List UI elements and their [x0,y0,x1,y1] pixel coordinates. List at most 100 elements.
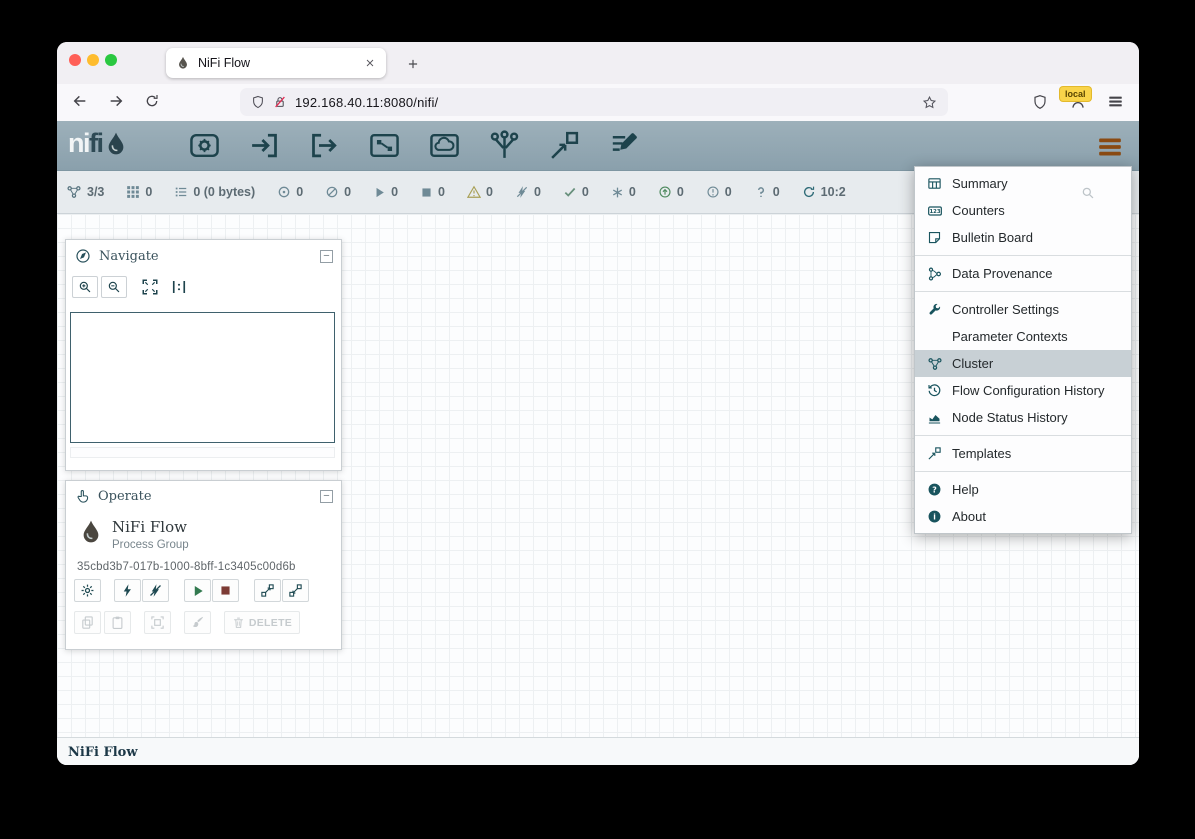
about-info-icon [926,508,943,525]
up-to-date-status: 0 [563,185,589,199]
navigate-panel-title: Navigate [99,249,159,264]
breadcrumb-bar: NiFi Flow [57,737,1139,765]
profile-badge: local [1060,87,1091,101]
logo-text-fi: fi [89,128,103,159]
flow-type: Process Group [112,539,189,551]
zoom-out-button[interactable] [101,276,127,298]
template-icon [926,445,943,462]
bookmark-star-icon[interactable] [922,95,937,110]
remote-process-group-component-button[interactable] [428,129,461,162]
browser-window: NiFi Flow 192.168.40.11:8080/nifi/ local… [57,42,1139,765]
history-clock-icon [926,382,943,399]
zoom-fit-button[interactable] [141,278,159,296]
cluster-icon [926,355,943,372]
cluster-icon [66,184,82,200]
reload-button[interactable] [144,93,160,109]
menu-item-counters[interactable]: Counters [915,197,1131,224]
new-tab-button[interactable] [400,51,426,76]
tracking-protection-shield-icon[interactable] [251,95,265,109]
zoom-in-button[interactable] [72,276,98,298]
area-chart-icon [926,409,943,426]
enable-button[interactable] [114,579,141,602]
menu-divider [915,471,1131,472]
tab-title: NiFi Flow [198,56,356,70]
minimize-window-button[interactable] [87,54,99,66]
menu-item-node-status-history[interactable]: Node Status History [915,404,1131,431]
collapse-navigate-button[interactable]: − [320,250,333,263]
output-port-component-button[interactable] [308,129,341,162]
group-button[interactable] [144,611,171,634]
forward-button[interactable] [108,93,124,109]
upload-template-button[interactable] [254,579,281,602]
processor-component-button[interactable] [188,129,221,162]
url-bar[interactable]: 192.168.40.11:8080/nifi/ [240,88,948,116]
menu-item-flow-configuration-history[interactable]: Flow Configuration History [915,377,1131,404]
refresh-icon[interactable] [802,185,816,199]
create-template-button[interactable] [282,579,309,602]
menu-item-controller-settings[interactable]: Controller Settings [915,296,1131,323]
counters-icon [926,202,943,219]
close-window-button[interactable] [69,54,81,66]
configuration-button[interactable] [74,579,101,602]
browser-menu-hamburger-icon[interactable] [1108,94,1123,109]
menu-item-about[interactable]: About [915,503,1131,530]
question-icon [754,185,768,199]
menu-divider [915,291,1131,292]
nifi-drop-icon [103,131,129,157]
flow-id: 35cbd3b7-017b-1000-8bff-1c3405c00d6b [77,561,296,573]
bolt-slash-icon [515,185,529,199]
delete-label: DELETE [249,617,292,629]
hand-pointer-icon [75,489,90,504]
start-button[interactable] [184,579,211,602]
stop-button[interactable] [212,579,239,602]
invalid-status: 0 [467,185,493,199]
insecure-lock-icon[interactable] [273,95,287,109]
active-threads-status: 0 [126,185,152,199]
global-menu: Summary Counters Bulletin Board Data Pro… [914,166,1132,534]
delete-button[interactable]: DELETE [224,611,300,634]
breadcrumb[interactable]: NiFi Flow [68,745,138,760]
zoom-actual-size-button[interactable] [170,278,188,296]
menu-item-bulletin-board[interactable]: Bulletin Board [915,224,1131,251]
funnel-component-button[interactable] [488,129,521,162]
transmitting-status: 0 [277,185,303,199]
nifi-logo: nifi [68,128,129,159]
asterisk-icon [611,186,624,199]
collapse-operate-button[interactable]: − [320,490,333,503]
birdseye-view[interactable] [70,312,335,443]
tab-bar: NiFi Flow [57,42,1139,85]
stop-icon [420,186,433,199]
list-icon [174,185,188,199]
paste-button[interactable] [104,611,131,634]
nifi-header: nifi [57,121,1139,171]
arrow-up-circle-icon [658,185,672,199]
label-component-button[interactable] [608,129,641,162]
zoom-window-button[interactable] [105,54,117,66]
disable-button[interactable] [142,579,169,602]
warning-icon [467,185,481,199]
operate-panel: Operate − NiFi Flow Process Group 35cbd3… [65,480,342,650]
tab-close-icon[interactable] [364,57,376,69]
input-port-component-button[interactable] [248,129,281,162]
search-icon[interactable] [1081,186,1095,200]
protections-shield-icon[interactable] [1032,94,1048,110]
menu-item-data-provenance[interactable]: Data Provenance [915,260,1131,287]
menu-item-parameter-contexts[interactable]: Parameter Contexts [915,323,1131,350]
fill-color-button[interactable] [184,611,211,634]
process-group-component-button[interactable] [368,129,401,162]
not-transmitting-status: 0 [325,185,351,199]
menu-item-templates[interactable]: Templates [915,440,1131,467]
logo-text-ni: ni [68,128,89,159]
copy-button[interactable] [74,611,101,634]
browser-tab[interactable]: NiFi Flow [166,48,386,78]
check-icon [563,185,577,199]
menu-item-cluster[interactable]: Cluster [915,350,1131,377]
back-button[interactable] [72,93,88,109]
birdseye-slider[interactable] [70,447,335,458]
wrench-icon [926,301,943,318]
template-component-button[interactable] [548,129,581,162]
menu-item-help[interactable]: Help [915,476,1131,503]
menu-item-summary[interactable]: Summary [915,170,1131,197]
refresh-status: 10:2 [802,185,846,199]
global-menu-button[interactable] [1097,134,1123,160]
